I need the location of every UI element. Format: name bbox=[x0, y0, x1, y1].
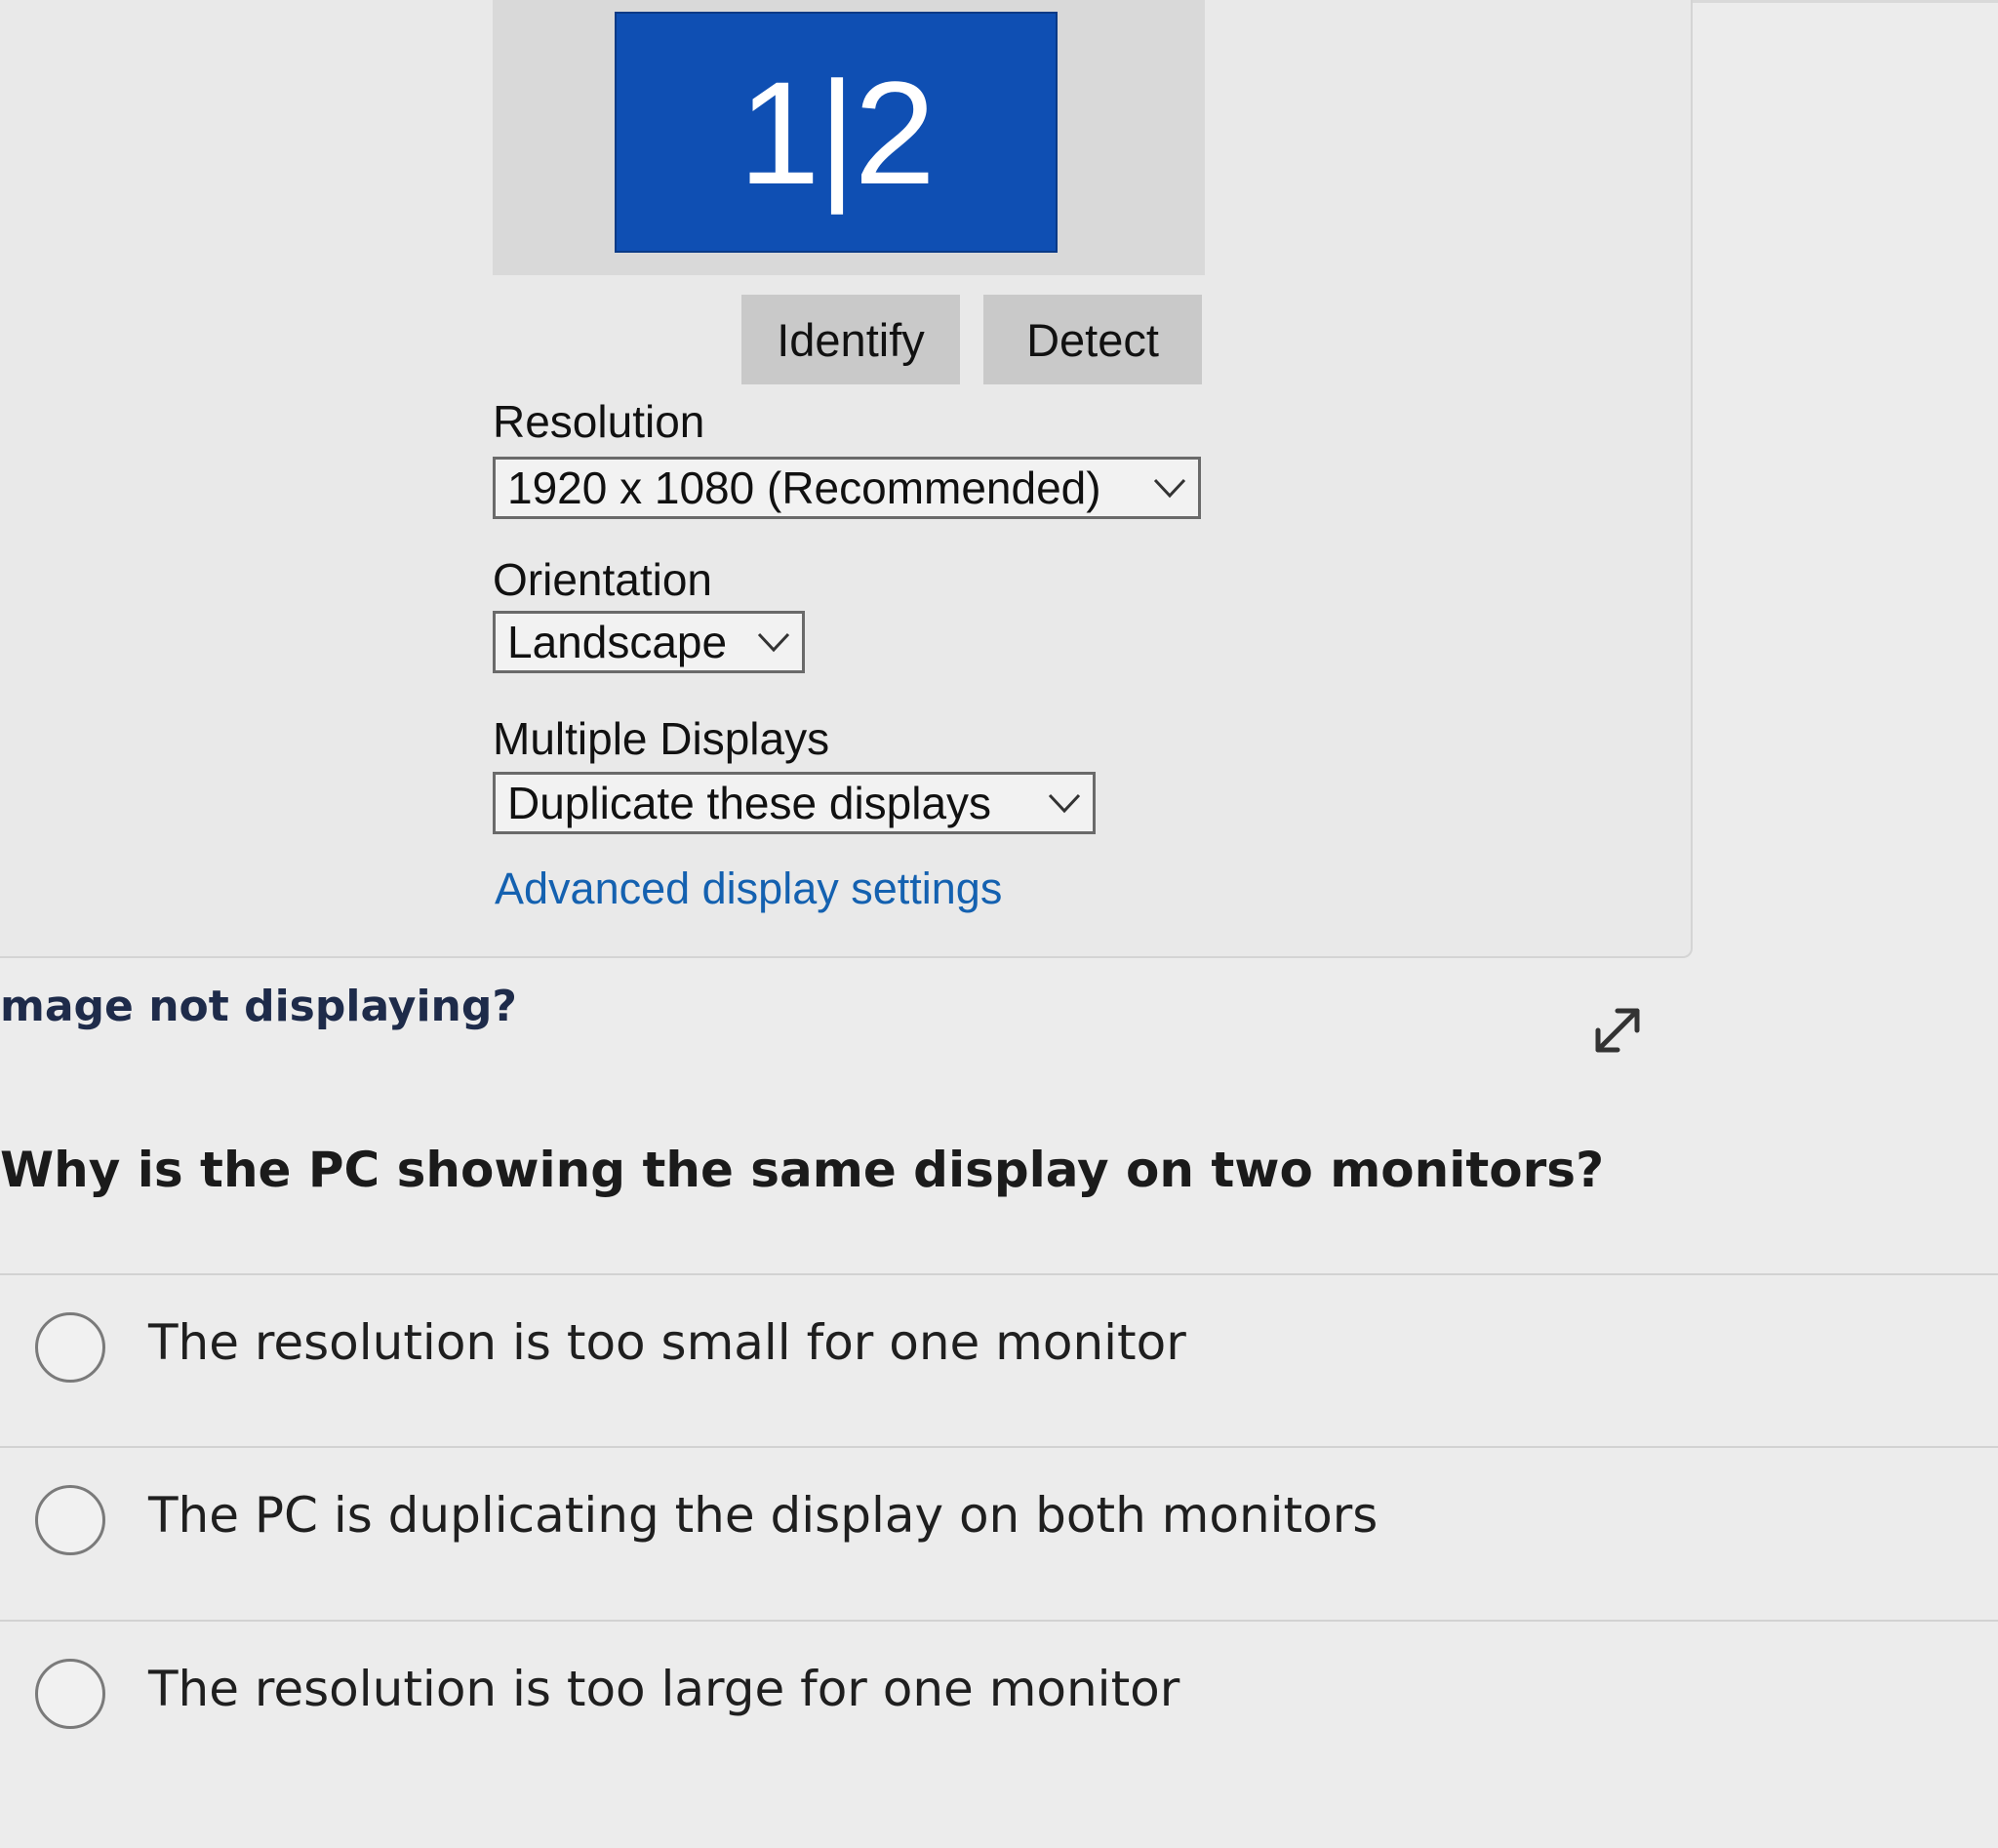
identify-button[interactable]: Identify bbox=[741, 295, 960, 384]
multiple-displays-value: Duplicate these displays bbox=[507, 778, 992, 828]
answer-option-1[interactable]: The resolution is too small for one moni… bbox=[0, 1273, 1998, 1420]
radio-button[interactable] bbox=[35, 1485, 105, 1555]
orientation-dropdown[interactable]: Landscape bbox=[493, 611, 805, 673]
answer-option-3[interactable]: The resolution is too large for one moni… bbox=[0, 1620, 1998, 1766]
radio-button[interactable] bbox=[35, 1312, 105, 1383]
resolution-value: 1920 x 1080 (Recommended) bbox=[507, 462, 1101, 513]
orientation-value: Landscape bbox=[507, 617, 728, 667]
detect-button[interactable]: Detect bbox=[983, 295, 1202, 384]
multiple-displays-label: Multiple Displays bbox=[493, 713, 830, 764]
advanced-display-settings-link[interactable]: Advanced display settings bbox=[495, 864, 1002, 914]
multiple-displays-dropdown[interactable]: Duplicate these displays bbox=[493, 772, 1096, 834]
chevron-down-icon bbox=[1048, 793, 1081, 814]
chevron-down-icon bbox=[757, 632, 790, 653]
option-label: The resolution is too large for one moni… bbox=[148, 1661, 1180, 1717]
chevron-down-icon bbox=[1153, 478, 1186, 499]
answer-option-2[interactable]: The PC is duplicating the display on bot… bbox=[0, 1446, 1998, 1592]
option-label: The resolution is too small for one moni… bbox=[148, 1314, 1186, 1371]
resolution-dropdown[interactable]: 1920 x 1080 (Recommended) bbox=[493, 457, 1201, 519]
resolution-label: Resolution bbox=[493, 396, 705, 447]
expand-icon[interactable] bbox=[1582, 995, 1653, 1065]
display-settings-screenshot: 1|2 Identify Detect Resolution 1920 x 10… bbox=[0, 0, 1693, 958]
radio-button[interactable] bbox=[35, 1659, 105, 1729]
monitor-number-label: 1|2 bbox=[739, 50, 936, 215]
option-label: The PC is duplicating the display on bot… bbox=[148, 1487, 1379, 1544]
orientation-label: Orientation bbox=[493, 554, 713, 605]
monitor-tile-duplicated[interactable]: 1|2 bbox=[615, 12, 1058, 253]
image-not-displaying-link[interactable]: mage not displaying? bbox=[0, 982, 517, 1031]
question-text: Why is the PC showing the same display o… bbox=[0, 1142, 1605, 1198]
